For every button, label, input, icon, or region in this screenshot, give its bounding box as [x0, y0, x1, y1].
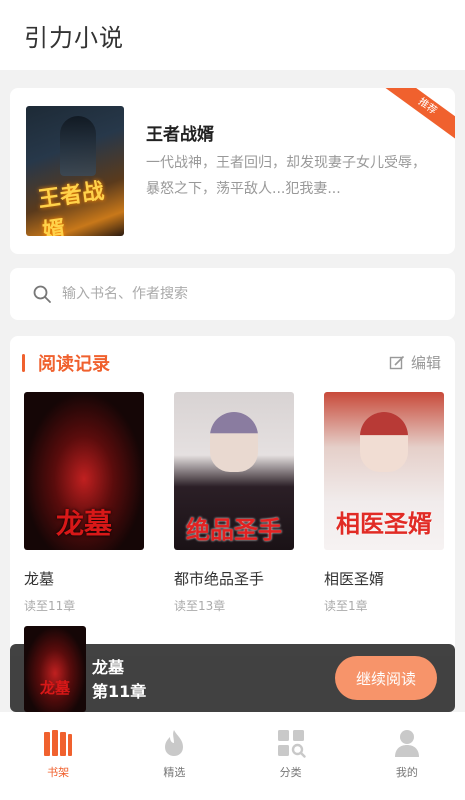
reading-history-title: 阅读记录 — [38, 354, 110, 375]
app-title: 引力小说 — [24, 23, 124, 52]
search-bar[interactable] — [10, 268, 455, 320]
search-input[interactable] — [62, 286, 422, 302]
current-book-cover-title: 龙墓 — [39, 679, 70, 697]
book-progress: 读至1章 — [324, 599, 368, 613]
reading-history-section: 阅读记录 编辑 龙墓 龙墓 读至11章 绝品圣手 都市绝品圣手 读至13章 相医… — [10, 336, 455, 656]
cover-character — [210, 412, 258, 472]
recommend-cover-title: 王者战婿 — [36, 177, 106, 236]
edit-label: 编辑 — [410, 354, 441, 372]
app-header: 引力小说 — [0, 0, 465, 70]
tab-label: 精选 — [163, 766, 186, 779]
search-icon — [33, 285, 51, 303]
book-cover-title: 绝品圣手 — [186, 515, 282, 544]
tab-profile[interactable]: 我的 — [367, 728, 447, 780]
book-name[interactable]: 相医圣婿 — [324, 568, 444, 589]
section-accent-bar — [22, 354, 25, 372]
user-icon — [394, 730, 419, 757]
bottom-tab-bar: 书架 精选 分类 我的 — [0, 712, 465, 800]
cover-figure — [60, 116, 96, 176]
current-book-cover[interactable]: 龙墓 — [24, 626, 86, 712]
edit-button[interactable]: 编辑 — [389, 352, 441, 373]
book-cover[interactable]: 相医圣婿 — [324, 392, 444, 550]
book-name[interactable]: 龙墓 — [24, 568, 144, 589]
tab-category[interactable]: 分类 — [251, 728, 331, 780]
tab-bookshelf[interactable]: 书架 — [18, 728, 98, 780]
current-book-info: 龙墓 第11章 — [92, 656, 146, 704]
flame-icon — [165, 730, 184, 756]
history-book[interactable]: 龙墓 龙墓 读至11章 — [24, 392, 144, 614]
recommend-card[interactable]: 王者战婿 王者战婿 一代战神，王者回归，却发现妻子女儿受辱，暴怒之下，荡平敌人.… — [10, 88, 455, 254]
book-cover-title: 相医圣婿 — [336, 509, 432, 538]
book-progress: 读至11章 — [24, 599, 76, 613]
history-book[interactable]: 相医圣婿 相医圣婿 读至1章 — [324, 392, 444, 614]
recommend-title[interactable]: 王者战婿 — [146, 120, 214, 145]
continue-reading-button[interactable]: 继续阅读 — [335, 656, 437, 700]
bookshelf-icon — [44, 730, 73, 756]
current-chapter: 第11章 — [92, 682, 147, 701]
tab-label: 书架 — [47, 766, 70, 779]
continue-reading-bar[interactable]: 龙墓 龙墓 第11章 继续阅读 — [10, 626, 455, 712]
book-name[interactable]: 都市绝品圣手 — [174, 568, 294, 589]
book-cover[interactable]: 绝品圣手 — [174, 392, 294, 550]
edit-icon — [389, 355, 405, 369]
tab-featured[interactable]: 精选 — [134, 728, 214, 780]
book-cover[interactable]: 龙墓 — [24, 392, 144, 550]
book-cover-title: 龙墓 — [55, 507, 112, 540]
history-book[interactable]: 绝品圣手 都市绝品圣手 读至13章 — [174, 392, 294, 614]
recommend-description: 一代战神，王者回归，却发现妻子女儿受辱，暴怒之下，荡平敌人...犯我妻... — [146, 155, 426, 197]
recommend-ribbon: 推荐 — [381, 88, 455, 144]
tab-label: 分类 — [279, 766, 302, 779]
current-book-name: 龙墓 — [92, 658, 125, 677]
cover-character — [360, 412, 408, 472]
category-icon — [277, 730, 306, 758]
recommend-cover[interactable]: 王者战婿 — [26, 106, 124, 236]
tab-label: 我的 — [395, 766, 418, 779]
book-progress: 读至13章 — [174, 599, 226, 613]
